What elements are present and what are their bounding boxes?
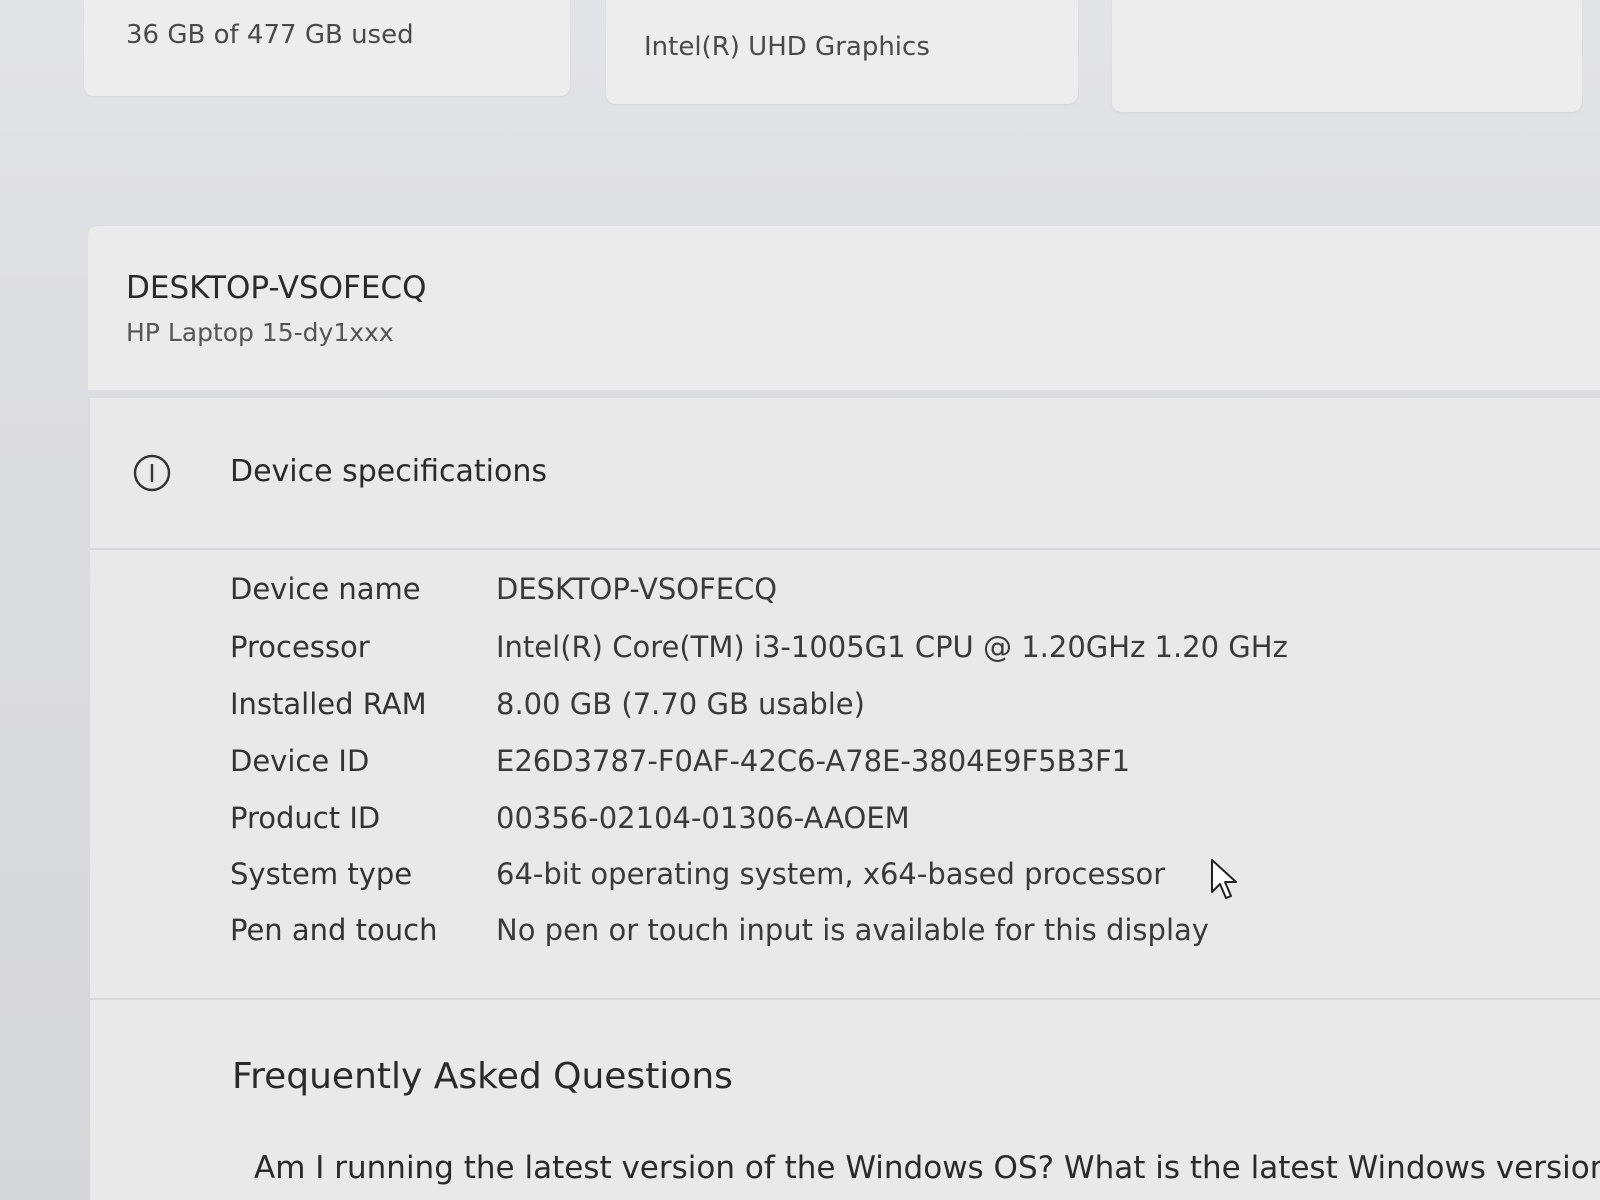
spec-row-processor: Processor Intel(R) Core(TM) i3-1005G1 CP… xyxy=(230,630,1530,680)
storage-tile[interactable]: 36 GB of 477 GB used xyxy=(84,0,570,96)
spec-label: Product ID xyxy=(230,801,381,835)
device-model-text: HP Laptop 15-dy1xxx xyxy=(126,318,394,347)
graphics-card-text: Intel(R) UHD Graphics xyxy=(644,32,930,62)
spec-row-product-id: Product ID 00356-02104-01306-AAOEM xyxy=(230,801,1530,851)
spec-value: No pen or touch input is available for t… xyxy=(496,913,1209,947)
device-name-heading: DESKTOP-VSOFECQ xyxy=(126,270,427,306)
spec-label: Pen and touch xyxy=(230,913,438,947)
device-header-card: DESKTOP-VSOFECQ HP Laptop 15-dy1xxx xyxy=(88,226,1600,390)
section-divider xyxy=(90,548,1600,550)
device-specifications-card: Device specifications Device name DESKTO… xyxy=(90,398,1600,1200)
device-specifications-title[interactable]: Device specifications xyxy=(230,454,547,489)
spec-label: Installed RAM xyxy=(230,687,427,721)
faq-question-link[interactable]: Am I running the latest version of the W… xyxy=(254,1150,1600,1186)
graphics-tile[interactable]: Intel(R) UHD Graphics xyxy=(606,0,1078,104)
spec-row-device-id: Device ID E26D3787-F0AF-42C6-A78E-3804E9… xyxy=(230,744,1530,794)
settings-about-page: 36 GB of 477 GB used Intel(R) UHD Graphi… xyxy=(0,0,1600,1200)
spec-row-installed-ram: Installed RAM 8.00 GB (7.70 GB usable) xyxy=(230,687,1530,737)
spec-label: Device ID xyxy=(230,744,370,778)
spec-value: 00356-02104-01306-AAOEM xyxy=(496,801,910,835)
spec-row-system-type: System type 64-bit operating system, x64… xyxy=(230,857,1530,907)
third-summary-tile[interactable] xyxy=(1112,0,1582,112)
spec-label: Processor xyxy=(230,630,370,664)
spec-value: DESKTOP-VSOFECQ xyxy=(496,572,778,606)
spec-label: System type xyxy=(230,857,413,891)
storage-usage-text: 36 GB of 477 GB used xyxy=(126,20,414,50)
spec-value: 64-bit operating system, x64-based proce… xyxy=(496,857,1166,891)
spec-value: Intel(R) Core(TM) i3-1005G1 CPU @ 1.20GH… xyxy=(496,630,1288,664)
spec-value: 8.00 GB (7.70 GB usable) xyxy=(496,687,865,721)
mouse-pointer-icon xyxy=(1211,859,1237,899)
spec-row-pen-and-touch: Pen and touch No pen or touch input is a… xyxy=(230,913,1530,963)
spec-label: Device name xyxy=(230,572,421,606)
faq-heading: Frequently Asked Questions xyxy=(232,1056,733,1097)
spec-value: E26D3787-F0AF-42C6-A78E-3804E9F5B3F1 xyxy=(496,744,1131,778)
info-circle-icon xyxy=(133,454,171,492)
section-divider xyxy=(90,998,1600,1000)
spec-row-device-name: Device name DESKTOP-VSOFECQ xyxy=(230,572,1530,622)
